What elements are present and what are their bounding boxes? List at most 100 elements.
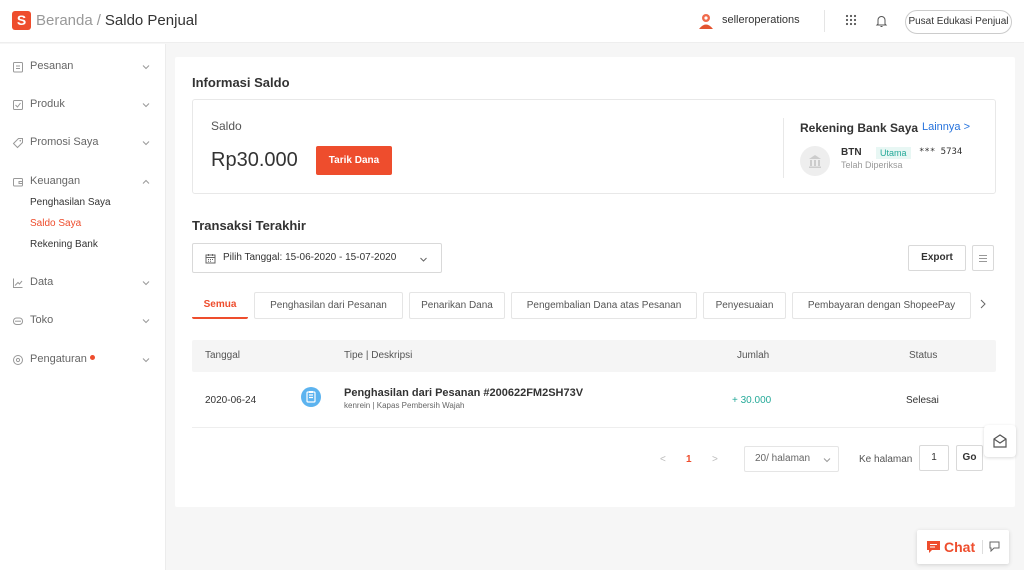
mail-icon — [993, 434, 1007, 448]
page-title: Informasi Saldo — [192, 75, 290, 90]
sidebar-item-pengaturan[interactable]: Pengaturan — [0, 351, 166, 371]
receipt-icon — [301, 387, 321, 407]
tab-pengembalian[interactable]: Pengembalian Dana atas Pesanan — [511, 292, 697, 319]
shopee-logo[interactable]: S — [12, 11, 31, 30]
clipboard-icon — [13, 62, 23, 73]
withdraw-button[interactable]: Tarik Dana — [316, 146, 392, 175]
sidebar-sub-penghasilan[interactable]: Penghasilan Saya — [30, 197, 111, 208]
chevron-down-icon — [142, 319, 150, 324]
menu-line — [979, 261, 987, 262]
pagination-prev[interactable]: < — [660, 454, 666, 465]
column-header: Tipe | Deskripsi — [344, 350, 413, 361]
tab-penyesuaian[interactable]: Penyesuaian — [703, 292, 786, 319]
transactions-title: Transaksi Terakhir — [192, 218, 306, 233]
sidebar-item-label: Keuangan — [30, 175, 81, 187]
sidebar-item-keuangan[interactable]: Keuangan — [0, 173, 166, 193]
menu-line — [979, 258, 987, 259]
tab-semua[interactable]: Semua — [192, 292, 248, 319]
date-range-picker[interactable]: Pilih Tanggal: 15-06-2020 - 15-07-2020 — [192, 243, 442, 273]
seller-education-button[interactable]: Pusat Edukasi Penjual — [905, 10, 1012, 34]
sidebar-item-produk[interactable]: Produk — [0, 96, 166, 116]
balance-card: Saldo Rp30.000 Tarik Dana Rekening Bank … — [192, 99, 996, 194]
sidebar-item-text: Pengaturan — [30, 353, 87, 365]
sidebar-item-label: Pesanan — [30, 60, 74, 72]
pagination-next[interactable]: > — [712, 454, 718, 465]
divider — [824, 10, 825, 32]
table-row[interactable]: 2020-06-24 Penghasilan dari Pesanan #200… — [192, 372, 996, 428]
column-header: Tanggal — [205, 350, 241, 361]
chevron-down-icon — [142, 103, 150, 108]
wallet-icon — [13, 178, 23, 187]
divider — [982, 540, 983, 554]
bank-verified-status: Telah Diperiksa — [841, 160, 903, 170]
sidebar-item-pesanan[interactable]: Pesanan — [0, 58, 166, 78]
transaction-title[interactable]: Penghasilan dari Pesanan #200622FM2SH73V — [344, 387, 583, 399]
column-header: Jumlah — [737, 350, 770, 361]
transaction-status: Selesai — [906, 395, 939, 406]
go-button[interactable]: Go — [956, 445, 983, 471]
date-range-label: Pilih Tanggal: 15-06-2020 - 15-07-2020 — [223, 252, 397, 263]
bank-icon — [800, 146, 830, 176]
chevron-down-icon — [420, 257, 427, 262]
notification-dot — [89, 355, 95, 360]
chat-icon — [927, 541, 940, 553]
chevron-down-icon — [142, 65, 150, 70]
primary-badge: Utama — [876, 147, 911, 159]
chevron-down-icon — [142, 281, 150, 286]
pagination-page[interactable]: 1 — [686, 454, 692, 465]
sidebar-item-label: Pengaturan — [30, 353, 95, 365]
menu-button[interactable] — [972, 245, 994, 271]
chat-label: Chat — [944, 539, 976, 555]
sidebar-sub-rekening[interactable]: Rekening Bank — [30, 239, 98, 250]
sidebar-item-label: Toko — [30, 314, 54, 326]
page-size-value: 20/ halaman — [755, 453, 811, 464]
store-icon — [13, 317, 23, 325]
sidebar-sub-saldo[interactable]: Saldo Saya — [30, 218, 81, 229]
breadcrumb-home[interactable]: Beranda — [36, 12, 93, 29]
export-button[interactable]: Export — [908, 245, 966, 271]
bank-account-number: *** 5734 — [919, 147, 963, 157]
tag-icon — [12, 138, 23, 149]
main-panel: Informasi Saldo Saldo Rp30.000 Tarik Dan… — [175, 57, 1015, 507]
divider — [783, 118, 784, 178]
breadcrumb-separator: / — [96, 12, 101, 29]
bank-account-title: Rekening Bank Saya — [800, 121, 919, 135]
page-size-select[interactable]: 20/ halaman — [744, 446, 839, 472]
bell-icon[interactable] — [875, 14, 888, 28]
username[interactable]: selleroperations — [722, 14, 800, 26]
goto-page-input[interactable]: 1 — [919, 445, 949, 471]
balance-amount: Rp30.000 — [211, 149, 298, 171]
balance-label: Saldo — [211, 119, 242, 133]
message-float-button[interactable] — [984, 425, 1016, 457]
chart-icon — [13, 278, 23, 288]
expand-icon[interactable] — [989, 541, 1000, 552]
sidebar-item-data[interactable]: Data — [0, 274, 166, 294]
top-bar: S Beranda / Saldo Penjual selleroperations… — [0, 0, 1024, 43]
bank-name: BTN — [841, 147, 862, 158]
avatar[interactable] — [697, 12, 715, 30]
transaction-description: kenrein | Kapas Pembersih Wajah — [344, 401, 465, 410]
apps-grid-icon[interactable] — [845, 14, 857, 26]
tab-shopeepay[interactable]: Pembayaran dengan ShopeePay — [792, 292, 971, 319]
sidebar-item-label: Produk — [30, 98, 65, 110]
sidebar-item-promosi[interactable]: Promosi Saya — [0, 134, 166, 154]
transaction-amount: + 30.000 — [732, 395, 772, 406]
sidebar-item-toko[interactable]: Toko — [0, 312, 166, 332]
chevron-right-icon[interactable] — [979, 299, 987, 309]
menu-line — [979, 255, 987, 256]
tab-penghasilan[interactable]: Penghasilan dari Pesanan — [254, 292, 403, 319]
breadcrumb-current: Saldo Penjual — [104, 12, 198, 29]
sidebar: Pesanan Produk Promosi Saya Keuangan Pen… — [0, 44, 166, 570]
chevron-down-icon — [142, 358, 150, 363]
chevron-down-icon — [823, 458, 831, 463]
goto-page-label: Ke halaman — [859, 454, 913, 465]
bank-more-link[interactable]: Lainnya > — [922, 121, 970, 133]
transaction-date: 2020-06-24 — [205, 395, 257, 406]
tab-penarikan[interactable]: Penarikan Dana — [409, 292, 505, 319]
column-header: Status — [909, 350, 938, 361]
breadcrumb: Beranda / Saldo Penjual — [36, 12, 197, 29]
chat-widget[interactable]: Chat — [917, 530, 1009, 564]
chevron-up-icon — [142, 179, 150, 184]
chevron-down-icon — [142, 141, 150, 146]
settings-icon — [13, 355, 23, 365]
